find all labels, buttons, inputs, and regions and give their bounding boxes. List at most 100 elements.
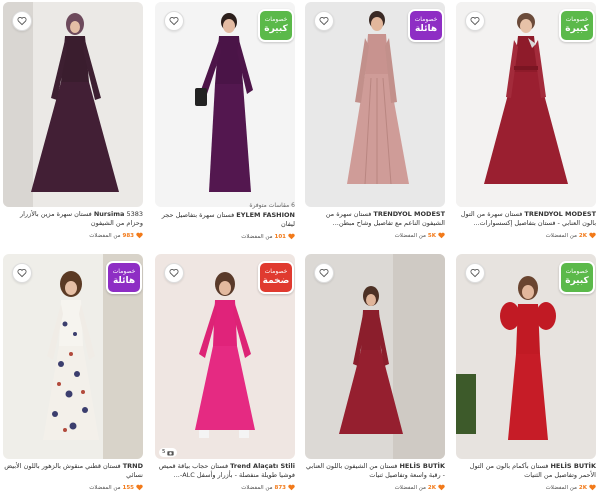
favorites-number: 2K [578, 484, 587, 491]
product-card[interactable]: خصومات هائلة TRENDYOL MODEST فستان سهرة … [305, 2, 445, 252]
product-info: 6 مقاسات متوفرة EYLEM FASHION فستان سهرة… [155, 202, 295, 240]
badge-line2: كبيرة [264, 24, 288, 34]
product-info: Trend Alaçatı Stili فستان حجاب بياقة قمي… [155, 462, 295, 491]
product-title[interactable]: Trend Alaçatı Stili فستان حجاب بياقة قمي… [155, 462, 295, 480]
product-brand: TRND [122, 462, 143, 470]
image-count-number: 5 [162, 449, 166, 455]
badge-line2: هائلة [414, 24, 438, 34]
favorites-label: من المفضلات [89, 232, 121, 239]
product-title[interactable]: HELİS BUTİK فستان بأكمام بالون من التول … [456, 462, 596, 480]
favorites-count: 101 من المفضلات [155, 233, 295, 240]
favorites-count: 5K من المفضلات [305, 232, 445, 239]
product-card[interactable]: Nursima 5383 فستان سهرة مزين بالأزرار وح… [3, 2, 143, 252]
favorite-button[interactable] [12, 263, 32, 283]
favorites-number: 155 [122, 484, 134, 491]
product-info: HELİS BUTİK فستان بأكمام بالون من التول … [456, 462, 596, 491]
favorites-label: من المفضلات [89, 484, 121, 491]
heart-filled-icon [136, 484, 143, 491]
heart-filled-icon [589, 484, 596, 491]
heart-filled-icon [438, 484, 445, 491]
camera-icon [166, 450, 174, 455]
favorites-label: من المفضلات [394, 232, 426, 239]
discount-badge: خصومات ضخمة [258, 261, 294, 294]
product-card[interactable]: خصومات هائلة TRND فستان قطني منقوش بالزه… [3, 254, 143, 504]
favorites-number: 983 [122, 232, 134, 239]
favorite-button[interactable] [314, 11, 334, 31]
discount-badge: خصومات هائلة [106, 261, 142, 294]
heart-filled-icon [288, 233, 295, 240]
favorites-number: 101 [274, 233, 286, 240]
favorites-count: 2K من المفضلات [456, 232, 596, 239]
product-info: HELİS BUTİK فستان من الشيفون باللون العن… [305, 462, 445, 491]
heart-filled-icon [589, 232, 596, 239]
product-title[interactable]: TRENDYOL MODEST فستان سهرة من الشيفون ال… [305, 210, 445, 228]
discount-badge: خصومات كبيرة [559, 261, 595, 294]
heart-outline-icon [169, 16, 179, 26]
product-title[interactable]: HELİS BUTİK فستان من الشيفون باللون العن… [305, 462, 445, 480]
product-brand: Trend Alaçatı Stili [230, 462, 295, 470]
discount-badge: خصومات كبيرة [559, 9, 595, 42]
product-title[interactable]: TRENDYOL MODEST فستان سهرة من التول بالو… [456, 210, 596, 228]
product-image[interactable] [3, 2, 143, 207]
favorites-label: من المفضلات [241, 233, 273, 240]
badge-line2: هائلة [112, 276, 136, 286]
heart-outline-icon [470, 16, 480, 26]
heart-outline-icon [319, 16, 329, 26]
product-grid: خصومات كبيرة TRENDYOL MODEST فستان سهرة … [0, 0, 600, 504]
product-brand: HELİS BUTİK [399, 462, 445, 470]
heart-outline-icon [169, 268, 179, 278]
product-card[interactable]: خصومات كبيرة 6 مقاسات متوفرة EYLEM FASHI… [155, 2, 295, 252]
heart-outline-icon [17, 268, 27, 278]
badge-line2: ضخمة [262, 276, 290, 286]
sizes-available: 6 مقاسات متوفرة [249, 202, 295, 209]
product-brand: HELİS BUTİK [550, 462, 596, 470]
favorites-label: من المفضلات [545, 484, 577, 491]
favorites-count: 2K من المفضلات [305, 484, 445, 491]
favorites-count: 983 من المفضلات [3, 232, 143, 239]
favorite-button[interactable] [164, 263, 184, 283]
product-brand: TRENDYOL MODEST [524, 210, 596, 218]
favorite-button[interactable] [164, 11, 184, 31]
product-title[interactable]: TRND فستان قطني منقوش بالزهور باللون الأ… [3, 462, 143, 480]
badge-line1: خصومات [414, 16, 438, 23]
discount-badge: خصومات كبيرة [258, 9, 294, 42]
product-info: TRENDYOL MODEST فستان سهرة من الشيفون ال… [305, 210, 445, 239]
favorites-count: 2K من المفضلات [456, 484, 596, 491]
heart-outline-icon [319, 268, 329, 278]
favorite-button[interactable] [314, 263, 334, 283]
favorites-count: 155 من المفضلات [3, 484, 143, 491]
favorites-number: 2K [578, 232, 587, 239]
favorite-button[interactable] [12, 11, 32, 31]
image-count: 5 [159, 448, 177, 457]
heart-outline-icon [470, 268, 480, 278]
product-card[interactable]: خصومات كبيرة HELİS BUTİK فستان بأكمام با… [456, 254, 596, 504]
favorites-label: من المفضلات [394, 484, 426, 491]
favorite-button[interactable] [465, 263, 485, 283]
product-brand: TRENDYOL MODEST [373, 210, 445, 218]
favorites-number: 5K [427, 232, 436, 239]
favorites-label: من المفضلات [545, 232, 577, 239]
product-card[interactable]: خصومات كبيرة TRENDYOL MODEST فستان سهرة … [456, 2, 596, 252]
badge-line1: خصومات [565, 268, 589, 275]
badge-line1: خصومات [264, 16, 288, 23]
product-title[interactable]: EYLEM FASHION فستان سهرة بتفاصيل حجر ليف… [155, 211, 295, 229]
product-card[interactable]: HELİS BUTİK فستان من الشيفون باللون العن… [305, 254, 445, 504]
favorites-count: 873 من المفضلات [155, 484, 295, 491]
badge-line1: خصومات [264, 268, 288, 275]
badge-line2: كبيرة [565, 24, 589, 34]
product-brand: EYLEM FASHION [236, 211, 295, 219]
favorites-number: 873 [274, 484, 286, 491]
product-name: 5383 فستان سهرة مزين بالأزرار وحزام من ا… [19, 210, 143, 227]
badge-line2: كبيرة [565, 276, 589, 286]
favorites-number: 2K [427, 484, 436, 491]
product-card[interactable]: خصومات ضخمة 5 Trend Alaçatı Stili فستان … [155, 254, 295, 504]
heart-filled-icon [288, 484, 295, 491]
discount-badge: خصومات هائلة [408, 9, 444, 42]
product-image[interactable] [305, 254, 445, 459]
product-brand: Nursima [93, 210, 125, 218]
product-info: Nursima 5383 فستان سهرة مزين بالأزرار وح… [3, 210, 143, 239]
heart-filled-icon [136, 232, 143, 239]
favorite-button[interactable] [465, 11, 485, 31]
product-title[interactable]: Nursima 5383 فستان سهرة مزين بالأزرار وح… [3, 210, 143, 228]
favorites-label: من المفضلات [241, 484, 273, 491]
